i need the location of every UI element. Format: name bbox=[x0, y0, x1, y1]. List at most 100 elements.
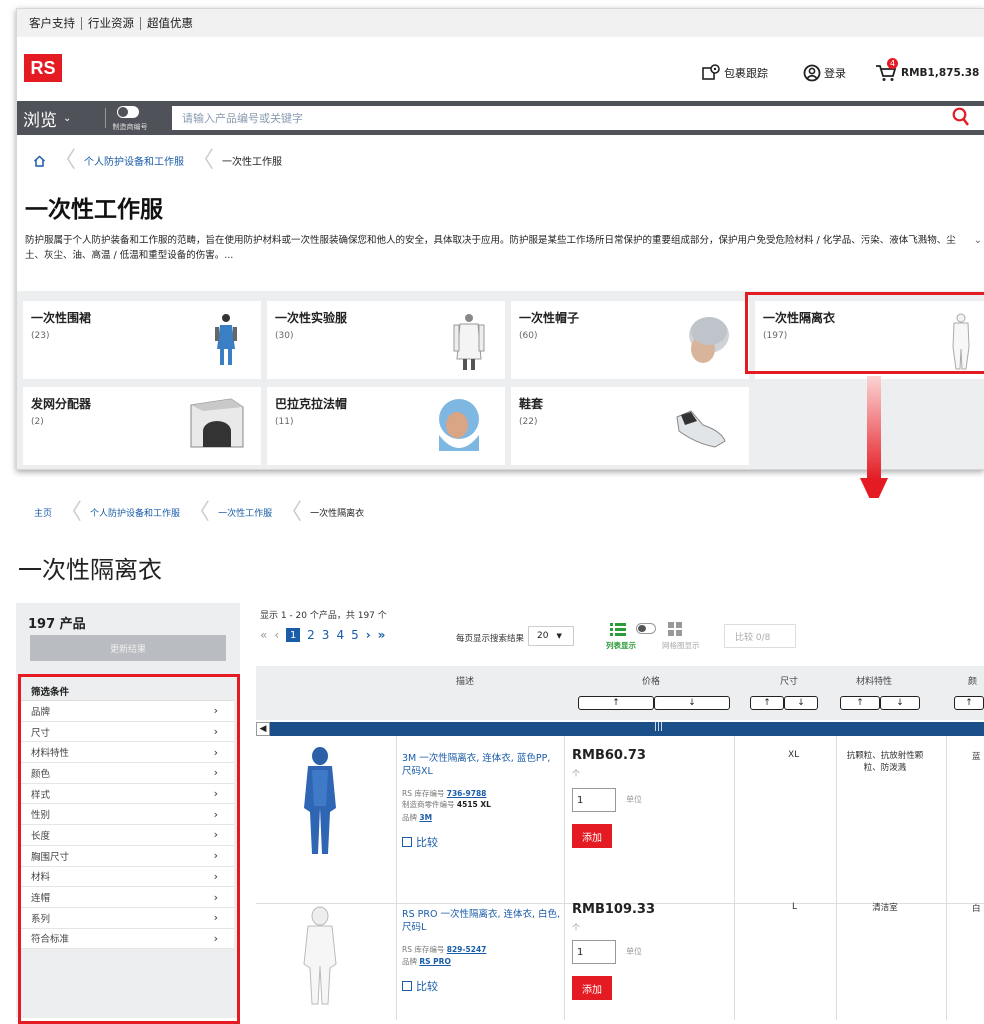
table-row: 3M 一次性隔离衣, 连体衣, 蓝色PP, 尺码XL RS 库存编号 736-9… bbox=[256, 736, 984, 904]
quantity-input[interactable]: 1 bbox=[572, 940, 616, 964]
col-material: 材料特性 bbox=[856, 677, 893, 687]
per-page-select[interactable]: 20 ▼ bbox=[528, 626, 574, 646]
product-image[interactable] bbox=[300, 906, 340, 1006]
mfr-number: 4515 XL bbox=[456, 800, 491, 809]
login-link[interactable]: 登录 bbox=[803, 64, 846, 82]
page-4[interactable]: 4 bbox=[336, 628, 344, 642]
page-title: 一次性工作服 bbox=[25, 197, 163, 223]
page-3[interactable]: 3 bbox=[322, 628, 330, 642]
sort-up-icon[interactable]: ↑ bbox=[750, 696, 784, 710]
list-view-icon[interactable] bbox=[610, 622, 626, 636]
price: RMB60.73 bbox=[572, 748, 646, 763]
category-count: (60) bbox=[519, 331, 538, 341]
prev-page-icon[interactable]: ‹ bbox=[274, 628, 279, 642]
util-link-deals[interactable]: 超值优惠 bbox=[141, 16, 199, 30]
breadcrumb-chevron-icon: 〈 bbox=[60, 499, 83, 525]
search-placeholder: 请输入产品编号或关键字 bbox=[182, 112, 303, 125]
color-value: 蓝 bbox=[972, 752, 981, 762]
stock-number-link[interactable]: 829-5247 bbox=[447, 945, 487, 954]
user-icon bbox=[803, 64, 821, 82]
scroll-left-icon[interactable]: ◀ bbox=[256, 722, 270, 736]
view-switch[interactable]: 列表显示 网格图显示 bbox=[592, 622, 702, 652]
page-5[interactable]: 5 bbox=[351, 628, 359, 642]
mfr-label: 制造商零件编号 bbox=[402, 800, 455, 809]
sort-down-icon[interactable]: ↓ bbox=[654, 696, 730, 710]
grid-view-icon[interactable] bbox=[668, 622, 682, 636]
category-description: 防护服属于个人防护装备和工作服的范畴，旨在使用防护材料或一次性服装确保您和他人的… bbox=[25, 235, 956, 261]
quantity-input[interactable]: 1 bbox=[572, 788, 616, 812]
first-page-icon[interactable]: « bbox=[260, 628, 267, 642]
track-parcel-link[interactable]: 包裹跟踪 bbox=[701, 64, 768, 82]
product-title-link[interactable]: RS PRO 一次性隔离衣, 连体衣, 白色, 尺码L bbox=[402, 908, 562, 934]
category-count: (30) bbox=[275, 331, 294, 341]
category-card-caps[interactable]: 一次性帽子 (60) bbox=[511, 301, 749, 379]
breadcrumb-home[interactable]: 主页 bbox=[34, 506, 52, 519]
nav-divider bbox=[105, 108, 106, 128]
product-image[interactable] bbox=[300, 746, 340, 858]
category-count: (22) bbox=[519, 417, 538, 427]
page-title: 一次性隔离衣 bbox=[18, 556, 162, 584]
breadcrumb-ppe[interactable]: 个人防护设备和工作服 bbox=[90, 506, 180, 519]
stock-number-link[interactable]: 736-9788 bbox=[447, 789, 487, 798]
breadcrumb-workwear[interactable]: 一次性工作服 bbox=[218, 506, 272, 519]
col-color: 颜 bbox=[968, 677, 978, 687]
category-card-shoe-covers[interactable]: 鞋套 (22) bbox=[511, 387, 749, 465]
brand: 品牌 RS PRO bbox=[402, 956, 451, 967]
browse-menu-button[interactable]: 浏览 ⌄ bbox=[23, 101, 71, 135]
nav-bar: 浏览 ⌄ 制造商编号 请输入产品编号或关键字 bbox=[17, 101, 984, 135]
brand-label: 品牌 bbox=[402, 957, 417, 966]
category-count: (2) bbox=[31, 417, 44, 427]
product-title-link[interactable]: 3M 一次性隔离衣, 连体衣, 蓝色PP, 尺码XL bbox=[402, 752, 562, 778]
scroll-grip-icon[interactable]: ||| bbox=[654, 722, 663, 732]
search-input[interactable]: 请输入产品编号或关键字 bbox=[172, 106, 984, 130]
update-results-button[interactable]: 更新结果 bbox=[30, 635, 226, 661]
category-card-balaclavas[interactable]: 巴拉克拉法帽 (11) bbox=[267, 387, 505, 465]
highlight-filters bbox=[18, 674, 240, 1024]
breadcrumb-ppe[interactable]: 个人防护设备和工作服 bbox=[84, 153, 184, 168]
table-row: RS PRO 一次性隔离衣, 连体衣, 白色, 尺码L RS 库存编号 829-… bbox=[256, 888, 984, 1020]
breadcrumb-chevron-icon: 〈 bbox=[192, 147, 215, 173]
compare-label: 比较 bbox=[416, 836, 438, 849]
compare-checkbox[interactable]: 比较 bbox=[402, 978, 438, 994]
sort-up-icon[interactable]: ↑ bbox=[578, 696, 654, 710]
login-label: 登录 bbox=[824, 67, 846, 80]
next-page-icon[interactable]: › bbox=[366, 628, 371, 642]
breadcrumb-chevron-icon: 〈 bbox=[280, 499, 303, 525]
view-toggle[interactable] bbox=[636, 623, 656, 634]
category-card-aprons[interactable]: 一次性围裙 (23) bbox=[23, 301, 261, 379]
sort-up-icon[interactable]: ↑ bbox=[954, 696, 984, 710]
site-header: RS 包裹跟踪 登录 4 RMB1,875.38 bbox=[17, 37, 984, 101]
page-1[interactable]: 1 bbox=[286, 628, 301, 642]
category-card-hairnet-dispensers[interactable]: 发网分配器 (2) bbox=[23, 387, 261, 465]
breadcrumb-current: 一次性隔离衣 bbox=[310, 509, 365, 519]
util-link-support[interactable]: 客户支持 bbox=[23, 16, 82, 30]
add-to-cart-button[interactable]: 添加 bbox=[572, 824, 612, 848]
checkbox-icon bbox=[402, 837, 412, 847]
rs-logo[interactable]: RS bbox=[24, 54, 62, 82]
expand-description-icon[interactable]: ⌄ bbox=[974, 235, 982, 246]
sort-down-icon[interactable]: ↓ bbox=[784, 696, 818, 710]
search-icon[interactable] bbox=[952, 107, 970, 132]
utility-bar: 客户支持 行业资源 超值优惠 bbox=[17, 9, 984, 37]
util-link-resources[interactable]: 行业资源 bbox=[82, 16, 141, 30]
add-to-cart-button[interactable]: 添加 bbox=[572, 976, 612, 1000]
size-sort: ↑ ↓ bbox=[750, 696, 818, 710]
col-price: 价格 bbox=[642, 677, 661, 687]
brand-link[interactable]: RS PRO bbox=[419, 957, 450, 966]
sort-down-icon[interactable]: ↓ bbox=[880, 696, 920, 710]
compare-checkbox[interactable]: 比较 bbox=[402, 834, 438, 850]
category-name: 巴拉克拉法帽 bbox=[275, 397, 348, 411]
home-icon[interactable] bbox=[33, 154, 46, 167]
page-2[interactable]: 2 bbox=[307, 628, 315, 642]
compare-button[interactable]: 比较 0/8 bbox=[724, 624, 796, 648]
brand-link[interactable]: 3M bbox=[419, 813, 432, 822]
category-card-lab-coats[interactable]: 一次性实验服 (30) bbox=[267, 301, 505, 379]
results-range: 显示 1 - 20 个产品，共 197 个 bbox=[260, 611, 387, 621]
category-count: (23) bbox=[31, 331, 50, 341]
sort-up-icon[interactable]: ↑ bbox=[840, 696, 880, 710]
mfr-part-number: 制造商零件编号 4515 XL bbox=[402, 799, 491, 810]
last-page-icon[interactable]: » bbox=[378, 628, 386, 642]
mfr-number-toggle[interactable] bbox=[117, 106, 139, 118]
horizontal-scrollbar[interactable]: ◀ ||| bbox=[256, 722, 984, 736]
cart-link[interactable]: 4 RMB1,875.38 bbox=[875, 58, 979, 82]
